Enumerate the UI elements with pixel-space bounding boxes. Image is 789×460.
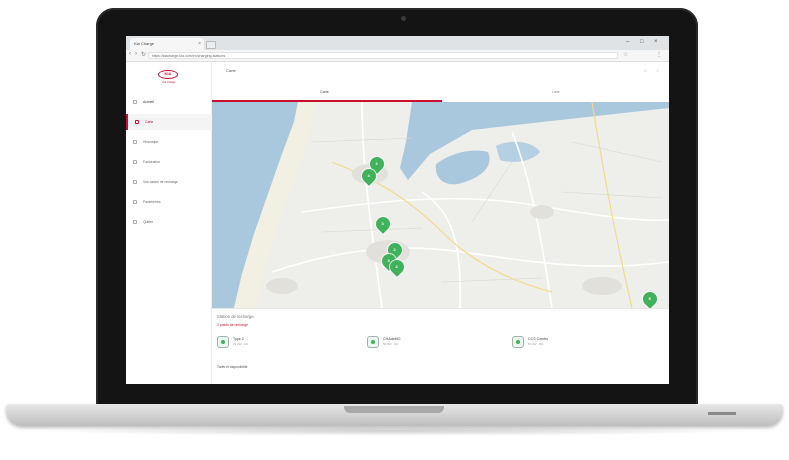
sidebar-item-label: Quitter [143, 220, 154, 224]
user-icon[interactable]: ○ [656, 68, 659, 74]
sidebar-item-label: Accueil [143, 100, 154, 104]
plug-icon [512, 336, 524, 348]
map-view[interactable]: 2 4 3 2 3 2 [212, 102, 669, 308]
new-tab-button[interactable] [206, 41, 216, 49]
plug-icon [217, 336, 229, 348]
panel-subtitle[interactable]: 2 points de recharge [217, 323, 248, 327]
card-icon [133, 180, 137, 184]
marker-count: 3 [381, 221, 384, 227]
connector-name: CCS Combo [528, 337, 549, 341]
sidebar-item-billing[interactable]: Facturation [126, 154, 211, 170]
maximize-button[interactable]: □ [640, 39, 644, 45]
gear-icon [133, 200, 137, 204]
map-canvas [212, 102, 669, 308]
sidebar-item-label: Vos cartes de recharge [143, 180, 178, 184]
search-icon[interactable]: ⌕ [644, 68, 647, 74]
connector-detail: 22 kW · AC [233, 342, 249, 346]
sidebar-item-label: Carte [145, 120, 154, 124]
laptop-notch [344, 406, 444, 413]
reload-icon[interactable]: ↻ [141, 51, 146, 58]
sidebar-item-map[interactable]: Carte [126, 114, 213, 130]
connector-item[interactable]: CHAdeMO 50 kW · DC [367, 336, 477, 350]
connector-detail: 50 kW · DC [528, 342, 544, 346]
tab-map[interactable]: Carte [320, 90, 329, 94]
close-window-button[interactable]: × [654, 39, 658, 45]
sidebar-item-history[interactable]: Historique [126, 134, 211, 150]
sidebar-item-home[interactable]: Accueil [126, 94, 211, 110]
laptop-shadow [40, 426, 749, 436]
laptop-brand-mark [708, 412, 736, 415]
browser-toolbar: ‹ › ↻ https://kiacharge.kia.com/en/charg… [126, 50, 669, 62]
panel-footer[interactable]: Tarifs et disponibilité [217, 365, 248, 369]
connector-detail: 50 kW · DC [383, 342, 399, 346]
map-icon [135, 120, 139, 124]
kia-logo[interactable]: KIA [158, 70, 178, 79]
history-icon [133, 140, 137, 144]
connector-item[interactable]: CCS Combo 50 kW · DC [512, 336, 622, 350]
sidebar-item-logout[interactable]: Quitter [126, 214, 211, 230]
logout-icon [133, 220, 137, 224]
marker-count: 5 [648, 296, 651, 302]
station-info-panel: Station de recharge 2 points de recharge… [212, 308, 669, 384]
browser-tab-title: Kia Charge [134, 41, 155, 46]
sidebar-item-cards[interactable]: Vos cartes de recharge [126, 174, 211, 190]
connector-name: Type 2 [233, 337, 244, 341]
view-tabs: Carte Liste [212, 86, 669, 103]
browser-tab-bar: Kia Charge × – □ × [126, 36, 669, 50]
marker-count: 2 [393, 247, 396, 253]
laptop-screen: Kia Charge × – □ × ‹ › ↻ https://kiachar… [126, 36, 669, 384]
sidebar-item-settings[interactable]: Paramètres [126, 194, 211, 210]
star-icon[interactable]: ☆ [623, 51, 628, 58]
sidebar: KIA Kia Charge Accueil Carte Historique … [126, 62, 213, 384]
marker-count: 2 [395, 264, 398, 270]
address-bar[interactable]: https://kiacharge.kia.com/en/charging-st… [148, 52, 618, 59]
close-icon[interactable]: × [198, 38, 201, 50]
page-title: Carte [226, 68, 236, 73]
marker-count: 2 [375, 161, 378, 167]
home-icon [133, 100, 137, 104]
connector-item[interactable]: Type 2 22 kW · AC [217, 336, 327, 350]
logo-subtitle: Kia Charge [162, 81, 176, 84]
sidebar-item-label: Paramètres [143, 200, 161, 204]
browser-tab[interactable]: Kia Charge × [130, 38, 204, 50]
billing-icon [133, 160, 137, 164]
sidebar-item-label: Facturation [143, 160, 160, 164]
sidebar-item-label: Historique [143, 140, 159, 144]
webcam [401, 16, 406, 21]
page-header: Carte ⌕ ○ [212, 62, 669, 80]
tab-list[interactable]: Liste [552, 90, 560, 94]
arrow-left-icon[interactable]: ‹ [129, 51, 131, 57]
arrow-right-icon[interactable]: › [135, 51, 137, 57]
panel-title: Station de recharge [217, 314, 254, 319]
more-vert-icon[interactable]: ⋮ [656, 51, 662, 58]
minimize-button[interactable]: – [626, 39, 629, 45]
connector-name: CHAdeMO [383, 337, 401, 341]
plug-icon [367, 336, 379, 348]
marker-count: 4 [367, 173, 370, 179]
